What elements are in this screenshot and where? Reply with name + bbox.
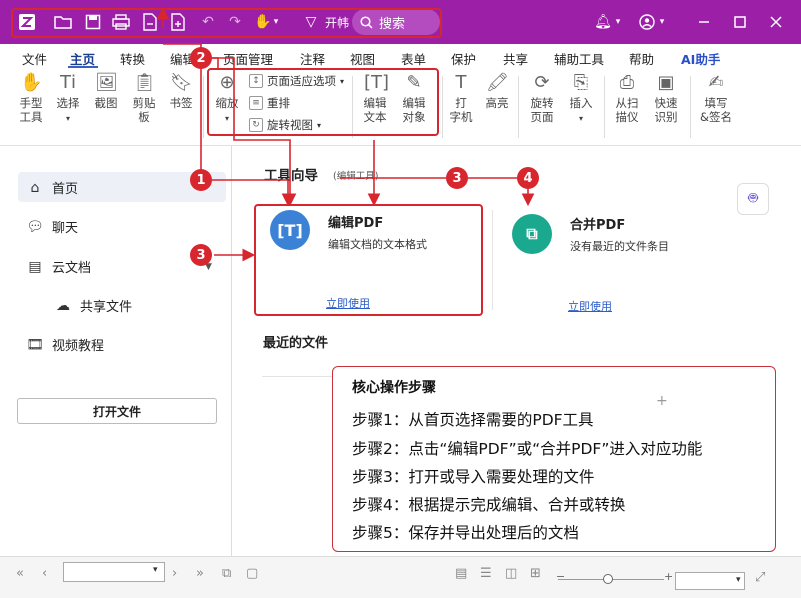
zoom-slider-thumb[interactable] <box>603 574 613 584</box>
annotation-badge-3b: 3 <box>446 167 468 189</box>
fullscreen-icon[interactable]: ⤢ <box>755 570 765 585</box>
next-page-icon[interactable]: › <box>172 566 177 581</box>
annotation-badge-4: 4 <box>517 167 539 189</box>
fit-icon[interactable]: ▢ <box>246 566 258 581</box>
copy-icon[interactable]: ⧉ <box>222 566 231 581</box>
single-page-icon[interactable]: ▤ <box>455 566 467 581</box>
zoom-in-icon[interactable]: + <box>664 570 673 583</box>
first-page-icon[interactable]: « <box>16 566 24 581</box>
zoom-out-icon[interactable]: − <box>556 570 565 583</box>
annotation-badge-2: 2 <box>190 47 212 69</box>
page-number-select[interactable] <box>63 562 165 582</box>
continuous-page-icon[interactable]: ☰ <box>480 566 492 581</box>
last-page-icon[interactable]: » <box>196 566 204 581</box>
chevron-down-icon[interactable]: ▾ <box>153 565 158 575</box>
chevron-down-icon[interactable]: ▾ <box>736 575 741 585</box>
annotation-badge-3: 3 <box>190 244 212 266</box>
two-page-icon[interactable]: ◫ <box>505 566 517 581</box>
prev-page-icon[interactable]: ‹ <box>42 566 47 581</box>
annotation-arrows <box>156 6 535 262</box>
grid-view-icon[interactable]: ⊞ <box>530 566 541 581</box>
annotation-badge-1: 1 <box>190 169 212 191</box>
zoom-level-select[interactable] <box>675 572 745 590</box>
